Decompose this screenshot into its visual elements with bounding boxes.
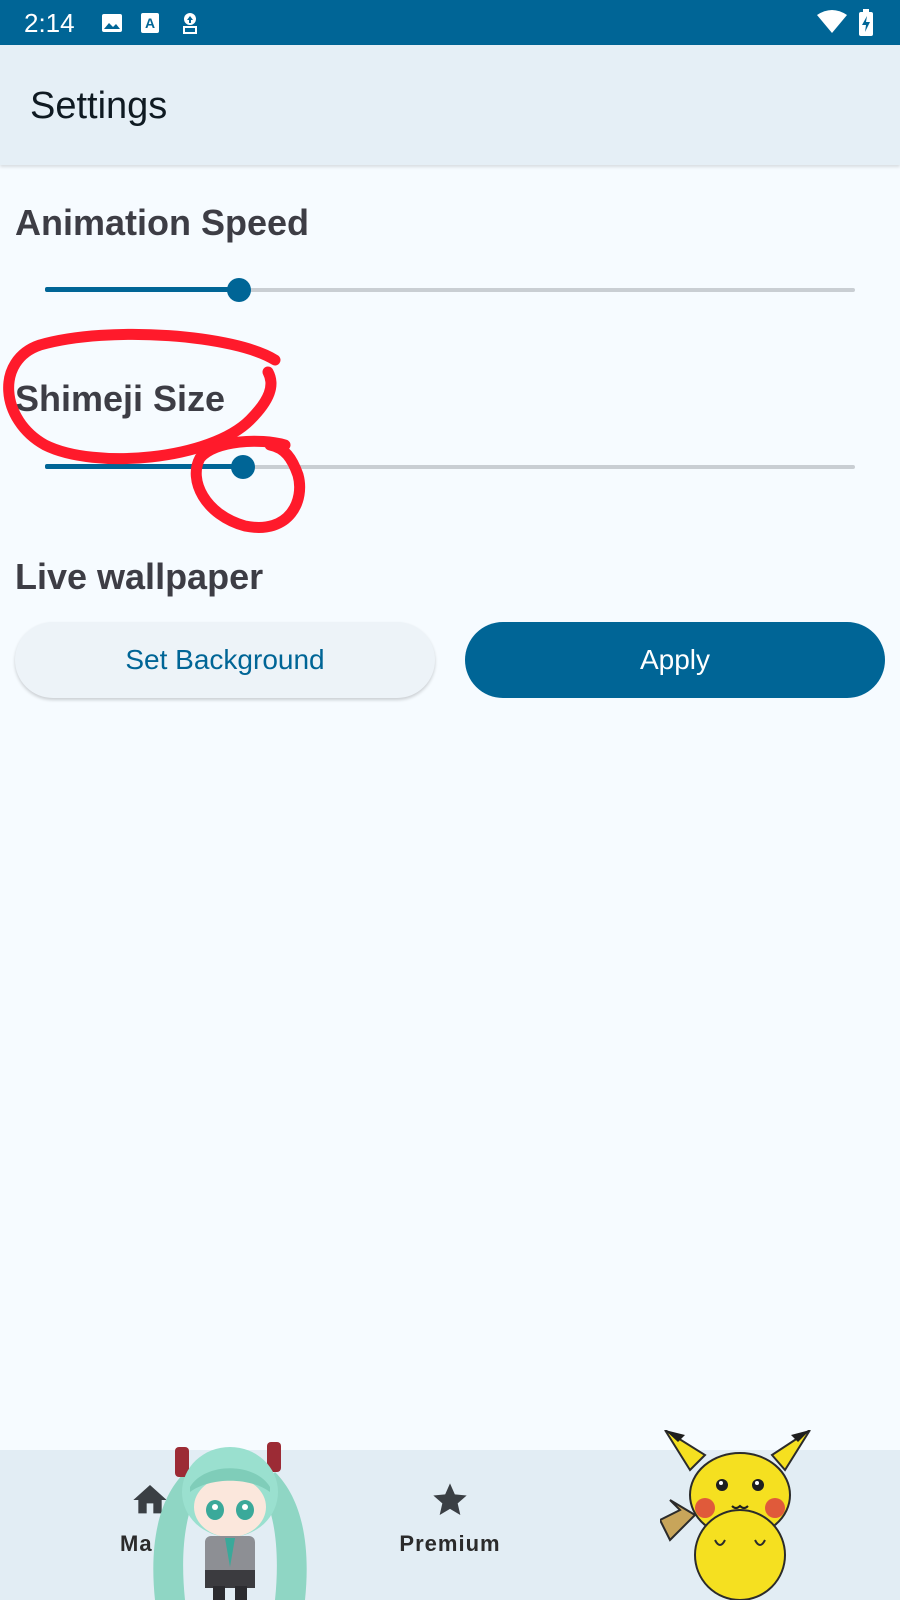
nav-item-premium[interactable]: Premium xyxy=(390,1480,510,1557)
apply-button[interactable]: Apply xyxy=(465,622,885,698)
battery-icon xyxy=(858,9,874,42)
pikachu-sticker xyxy=(660,1430,811,1600)
a-letter-icon: A xyxy=(140,11,162,40)
slider-thumb[interactable] xyxy=(227,278,252,302)
wifi-icon xyxy=(816,9,848,40)
slider-active-track xyxy=(45,287,240,292)
shimeji-size-slider[interactable] xyxy=(45,452,855,482)
app-bar: Settings xyxy=(0,45,900,165)
star-icon xyxy=(430,1483,470,1524)
animation-speed-slider[interactable] xyxy=(45,275,855,305)
set-background-button[interactable]: Set Background xyxy=(15,622,435,698)
live-wallpaper-label: Live wallpaper xyxy=(15,556,264,597)
status-time: 2:14 xyxy=(24,8,75,38)
status-bar: 2:14 A xyxy=(0,0,900,45)
page-title: Settings xyxy=(30,85,168,127)
slider-thumb[interactable] xyxy=(231,455,256,479)
image-icon xyxy=(100,11,124,40)
svg-text:A: A xyxy=(145,15,155,31)
miku-sticker xyxy=(153,1442,307,1600)
shimeji-size-label: Shimeji Size xyxy=(15,378,226,419)
slider-active-track xyxy=(45,464,244,469)
animation-speed-label: Animation Speed xyxy=(15,202,310,243)
upload-icon xyxy=(178,11,202,40)
nav-label-premium: Premium xyxy=(399,1531,501,1556)
